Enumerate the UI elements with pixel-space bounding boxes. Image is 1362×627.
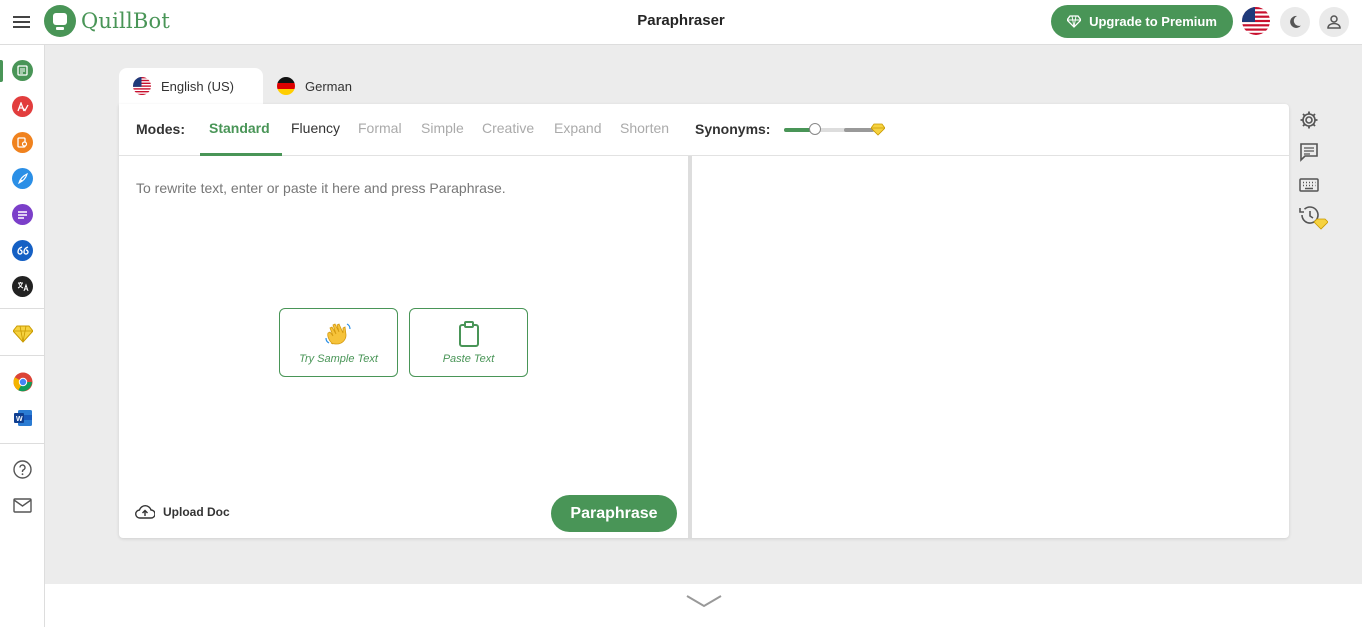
paste-text-label: Paste Text (442, 352, 495, 365)
grammar-checker-icon[interactable] (12, 96, 33, 117)
keyboard-icon[interactable] (1298, 174, 1320, 196)
paraphrase-button[interactable]: Paraphrase (551, 495, 677, 532)
mail-icon[interactable] (12, 495, 33, 516)
menu-icon[interactable] (12, 13, 32, 31)
modes-bar: Modes: Standard Fluency Formal Simple Cr… (119, 104, 1289, 156)
mode-shorten[interactable]: Shorten (620, 120, 669, 136)
tab-german[interactable]: German (277, 68, 352, 104)
citation-generator-icon[interactable] (12, 240, 33, 261)
slider-thumb[interactable] (809, 123, 822, 135)
slider-locked-range (844, 128, 874, 132)
chevron-down-icon[interactable] (686, 594, 722, 613)
waving-hand-icon (324, 322, 351, 344)
summarizer-icon[interactable] (12, 204, 33, 225)
modes-label: Modes: (136, 121, 185, 137)
svg-text:W: W (16, 416, 23, 423)
german-flag-icon (277, 77, 295, 95)
synonyms-slider[interactable] (784, 123, 879, 135)
feedback-icon[interactable] (1298, 141, 1320, 163)
user-icon (1327, 15, 1341, 29)
synonyms-label: Synonyms: (695, 121, 771, 137)
paste-text-button[interactable]: Paste Text (409, 308, 528, 377)
brand-name: QuillBot (81, 9, 171, 33)
premium-diamond-icon (871, 123, 885, 136)
try-sample-label: Try Sample Text (299, 352, 378, 365)
quillbot-logo-icon (44, 5, 76, 37)
mode-expand[interactable]: Expand (554, 120, 601, 136)
translator-icon[interactable] (12, 276, 33, 297)
top-bar: QuillBot Paraphraser Upgrade to Premium (0, 0, 1362, 45)
mode-simple[interactable]: Simple (421, 120, 464, 136)
us-flag-icon (1242, 7, 1270, 35)
upgrade-label: Upgrade to Premium (1089, 14, 1217, 29)
chrome-extension-icon[interactable] (12, 371, 33, 392)
co-writer-icon[interactable] (12, 168, 33, 189)
paraphraser-icon[interactable] (12, 60, 33, 81)
try-sample-text-button[interactable]: Try Sample Text (279, 308, 398, 377)
cloud-upload-icon (135, 505, 155, 519)
mode-formal[interactable]: Formal (358, 120, 402, 136)
account-button[interactable] (1319, 7, 1349, 37)
input-placeholder[interactable]: To rewrite text, enter or paste it here … (136, 180, 506, 196)
sidebar: W (0, 45, 45, 627)
dark-mode-toggle[interactable] (1280, 7, 1310, 37)
paraphraser-card: Modes: Standard Fluency Formal Simple Cr… (119, 104, 1289, 538)
clipboard-icon (458, 320, 479, 347)
tab-english-us[interactable]: English (US) (119, 68, 263, 104)
mode-standard[interactable]: Standard (209, 120, 270, 136)
moon-icon (1290, 15, 1301, 28)
upload-doc-label: Upload Doc (163, 504, 230, 519)
active-mode-underline (200, 153, 282, 156)
mode-creative[interactable]: Creative (482, 120, 534, 136)
active-indicator (0, 60, 3, 82)
history-icon[interactable] (1298, 206, 1328, 230)
logo[interactable]: QuillBot (44, 5, 170, 37)
plagiarism-checker-icon[interactable] (12, 132, 33, 153)
premium-diamond-icon[interactable] (12, 323, 33, 344)
tab-label: English (US) (161, 78, 234, 94)
word-addin-icon[interactable]: W (12, 407, 33, 428)
upgrade-button[interactable]: Upgrade to Premium (1051, 5, 1233, 38)
settings-icon[interactable] (1298, 109, 1320, 131)
diamond-icon (1067, 15, 1082, 28)
tab-label: German (305, 78, 352, 94)
us-flag-icon (133, 77, 151, 95)
upload-doc-button[interactable]: Upload Doc (135, 504, 230, 519)
output-panel[interactable] (692, 156, 1289, 538)
language-flag-button[interactable] (1242, 7, 1270, 35)
mode-fluency[interactable]: Fluency (291, 120, 340, 136)
help-icon[interactable] (12, 459, 33, 480)
